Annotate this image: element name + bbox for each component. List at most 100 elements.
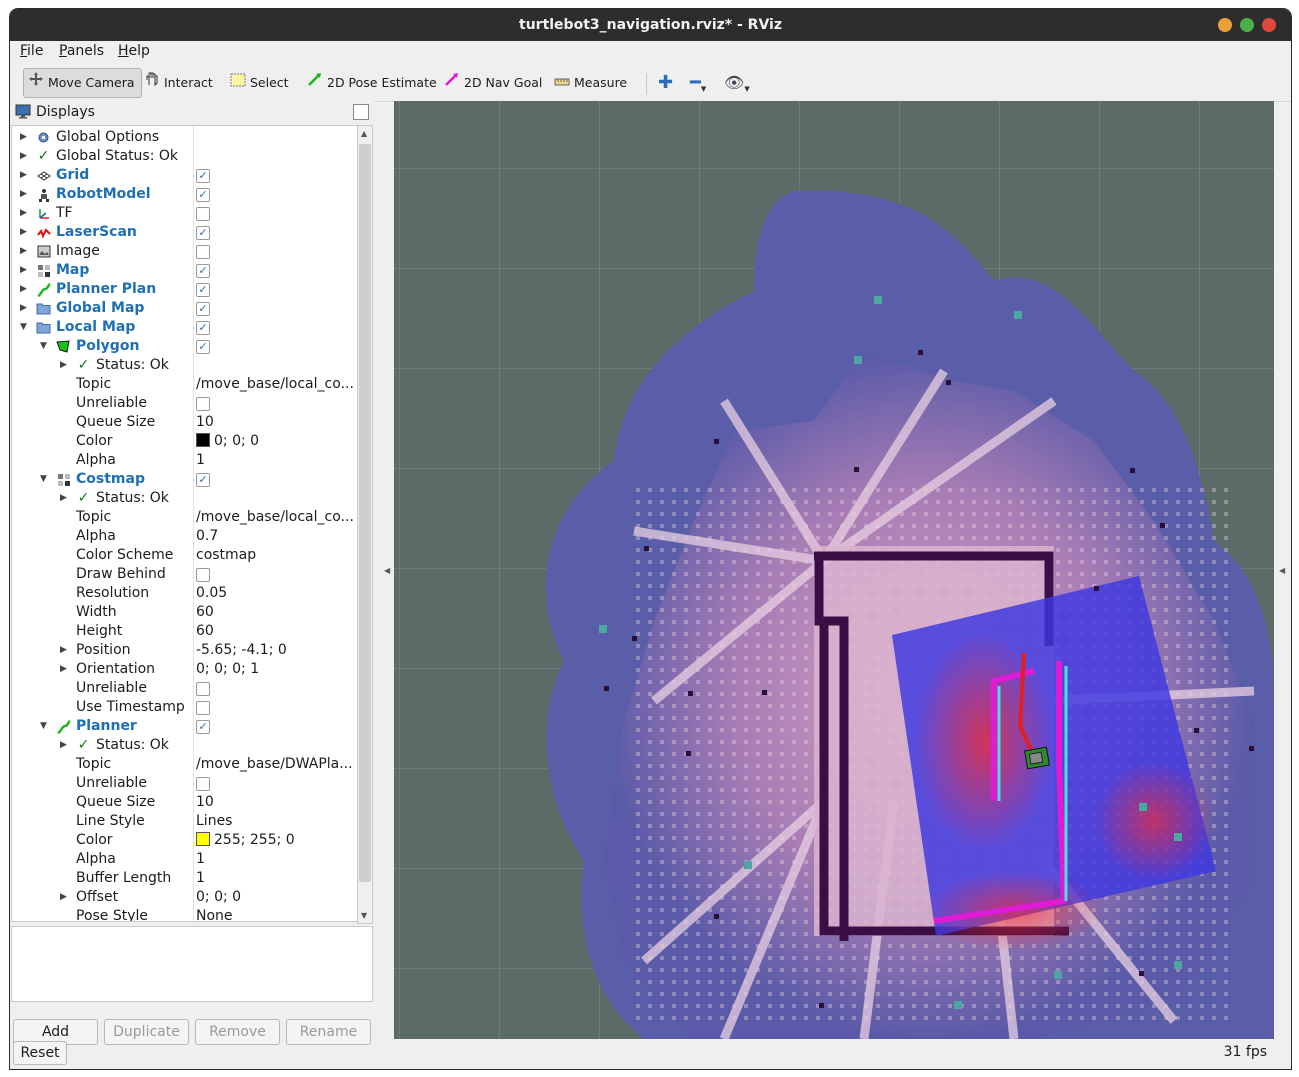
tree-row-local-map[interactable]: ▼ Local Map ✓ bbox=[12, 318, 358, 337]
remove-button[interactable]: Remove bbox=[195, 1019, 280, 1045]
tree-row-topic[interactable]: Topic/move_base/local_co... bbox=[12, 375, 358, 394]
tree-row-laserscan[interactable]: ▶ LaserScan ✓ bbox=[12, 223, 358, 242]
float-panel-button[interactable] bbox=[353, 104, 369, 120]
property-value[interactable]: costmap bbox=[196, 546, 256, 565]
tree-row-topic[interactable]: Topic/move_base/DWAPla... bbox=[12, 755, 358, 774]
property-value[interactable]: 1 bbox=[196, 451, 205, 470]
tree-row-color-scheme[interactable]: Color Scheme costmap bbox=[12, 546, 358, 565]
tree-row-global-status-ok[interactable]: ▶ ✓ Global Status: Ok bbox=[12, 147, 358, 166]
move-camera-tool[interactable]: Move Camera bbox=[23, 68, 142, 98]
enable-checkbox[interactable]: ✓ bbox=[196, 264, 210, 278]
expand-arrow-icon[interactable]: ▶ bbox=[20, 223, 27, 242]
remove-tool-button[interactable]: ━ ▼ bbox=[690, 71, 706, 95]
property-value[interactable]: 0.7 bbox=[196, 527, 218, 546]
property-value[interactable]: None bbox=[196, 907, 233, 921]
right-collapse-icon[interactable]: ◀ bbox=[1279, 566, 1285, 575]
enable-checkbox[interactable] bbox=[196, 777, 210, 791]
tree-row-position[interactable]: ▶ Position -5.65; -4.1; 0 bbox=[12, 641, 358, 660]
property-value[interactable]: 1 bbox=[196, 869, 205, 888]
tree-row-unreliable[interactable]: Unreliable bbox=[12, 394, 358, 413]
property-value[interactable]: 10 bbox=[196, 413, 214, 432]
tree-row-color[interactable]: Color 255; 255; 0 bbox=[12, 831, 358, 850]
tree-row-polygon[interactable]: ▼ Polygon ✓ bbox=[12, 337, 358, 356]
tree-row-unreliable[interactable]: Unreliable bbox=[12, 679, 358, 698]
tree-row-use-timestamp[interactable]: Use Timestamp bbox=[12, 698, 358, 717]
tree-row-queue-size[interactable]: Queue Size 10 bbox=[12, 413, 358, 432]
tree-row-planner-plan[interactable]: ▶ Planner Plan ✓ bbox=[12, 280, 358, 299]
tree-row-grid[interactable]: ▶ Grid ✓ bbox=[12, 166, 358, 185]
left-collapse-icon[interactable]: ◀ bbox=[384, 566, 390, 575]
property-value[interactable]: 0; 0; 0 bbox=[196, 432, 259, 451]
view-panel-button[interactable]: 👁 ▼ bbox=[724, 71, 750, 95]
render-viewport[interactable] bbox=[394, 101, 1274, 1039]
color-swatch[interactable] bbox=[196, 433, 210, 447]
scroll-up-icon[interactable]: ▲ bbox=[361, 129, 367, 138]
tree-row-tf[interactable]: ▶ TF bbox=[12, 204, 358, 223]
tree-row-queue-size[interactable]: Queue Size 10 bbox=[12, 793, 358, 812]
tree-row-planner[interactable]: ▼ Planner ✓ bbox=[12, 717, 358, 736]
property-value[interactable]: -5.65; -4.1; 0 bbox=[196, 641, 287, 660]
enable-checkbox[interactable] bbox=[196, 207, 210, 221]
scroll-thumb[interactable] bbox=[359, 144, 371, 882]
tree-row-topic[interactable]: Topic/move_base/local_co... bbox=[12, 508, 358, 527]
tree-row-height[interactable]: Height 60 bbox=[12, 622, 358, 641]
rename-button[interactable]: Rename bbox=[286, 1019, 371, 1045]
tree-row-orientation[interactable]: ▶ Orientation 0; 0; 0; 1 bbox=[12, 660, 358, 679]
enable-checkbox[interactable]: ✓ bbox=[196, 720, 210, 734]
tree-row-offset[interactable]: ▶ Offset 0; 0; 0 bbox=[12, 888, 358, 907]
tree-row-map[interactable]: ▶ Map ✓ bbox=[12, 261, 358, 280]
minimize-button[interactable] bbox=[1218, 18, 1232, 32]
property-value[interactable]: /move_base/local_co... bbox=[196, 508, 354, 527]
enable-checkbox[interactable]: ✓ bbox=[196, 283, 210, 297]
expand-arrow-icon[interactable]: ▶ bbox=[20, 299, 27, 318]
tree-row-image[interactable]: ▶ Image bbox=[12, 242, 358, 261]
property-value[interactable]: 0; 0; 0 bbox=[196, 888, 241, 907]
tree-row-global-options[interactable]: ▶ Global Options bbox=[12, 128, 358, 147]
measure-tool[interactable]: Measure bbox=[554, 71, 627, 95]
expand-arrow-icon[interactable]: ▶ bbox=[60, 489, 67, 508]
property-value[interactable]: 0.05 bbox=[196, 584, 227, 603]
expand-arrow-icon[interactable]: ▶ bbox=[60, 660, 67, 679]
property-value[interactable]: Lines bbox=[196, 812, 232, 831]
expand-arrow-icon[interactable]: ▶ bbox=[60, 356, 67, 375]
select-tool[interactable]: Select bbox=[230, 71, 289, 95]
property-value[interactable]: 10 bbox=[196, 793, 214, 812]
maximize-button[interactable] bbox=[1240, 18, 1254, 32]
tree-row-status-ok[interactable]: ▶ ✓ Status: Ok bbox=[12, 736, 358, 755]
enable-checkbox[interactable]: ✓ bbox=[196, 340, 210, 354]
expand-arrow-icon[interactable]: ▶ bbox=[20, 280, 27, 299]
tree-row-status-ok[interactable]: ▶ ✓ Status: Ok bbox=[12, 489, 358, 508]
tree-row-alpha[interactable]: Alpha 1 bbox=[12, 451, 358, 470]
menu-help[interactable]: Help bbox=[118, 43, 150, 59]
pose-estimate-tool[interactable]: 2D Pose Estimate bbox=[307, 71, 437, 95]
expand-arrow-icon[interactable]: ▶ bbox=[20, 242, 27, 261]
property-value[interactable]: 0; 0; 0; 1 bbox=[196, 660, 259, 679]
tree-row-unreliable[interactable]: Unreliable bbox=[12, 774, 358, 793]
expand-arrow-icon[interactable]: ▶ bbox=[20, 261, 27, 280]
expand-arrow-icon[interactable]: ▶ bbox=[20, 128, 27, 147]
reset-button[interactable]: Reset bbox=[13, 1041, 67, 1065]
enable-checkbox[interactable] bbox=[196, 568, 210, 582]
tree-row-global-map[interactable]: ▶ Global Map ✓ bbox=[12, 299, 358, 318]
tree-row-color[interactable]: Color 0; 0; 0 bbox=[12, 432, 358, 451]
menu-file[interactable]: File bbox=[20, 43, 43, 59]
scroll-down-icon[interactable]: ▼ bbox=[361, 911, 367, 920]
tree-row-draw-behind[interactable]: Draw Behind bbox=[12, 565, 358, 584]
property-value[interactable]: /move_base/DWAPla... bbox=[196, 755, 353, 774]
duplicate-button[interactable]: Duplicate bbox=[104, 1019, 189, 1045]
tree-row-robotmodel[interactable]: ▶ RobotModel ✓ bbox=[12, 185, 358, 204]
property-value[interactable]: 60 bbox=[196, 603, 214, 622]
nav-goal-tool[interactable]: 2D Nav Goal bbox=[444, 71, 542, 95]
menu-panels[interactable]: Panels bbox=[59, 43, 104, 59]
expand-arrow-icon[interactable]: ▶ bbox=[60, 641, 67, 660]
tree-row-resolution[interactable]: Resolution 0.05 bbox=[12, 584, 358, 603]
property-value[interactable]: 255; 255; 0 bbox=[196, 831, 295, 850]
enable-checkbox[interactable]: ✓ bbox=[196, 321, 210, 335]
tree-scrollbar[interactable]: ▲ ▼ bbox=[357, 125, 373, 924]
interact-tool[interactable]: Interact bbox=[144, 71, 213, 95]
property-value[interactable]: 1 bbox=[196, 850, 205, 869]
enable-checkbox[interactable]: ✓ bbox=[196, 473, 210, 487]
collapse-arrow-icon[interactable]: ▼ bbox=[40, 470, 47, 489]
enable-checkbox[interactable]: ✓ bbox=[196, 226, 210, 240]
close-button[interactable] bbox=[1262, 18, 1276, 32]
